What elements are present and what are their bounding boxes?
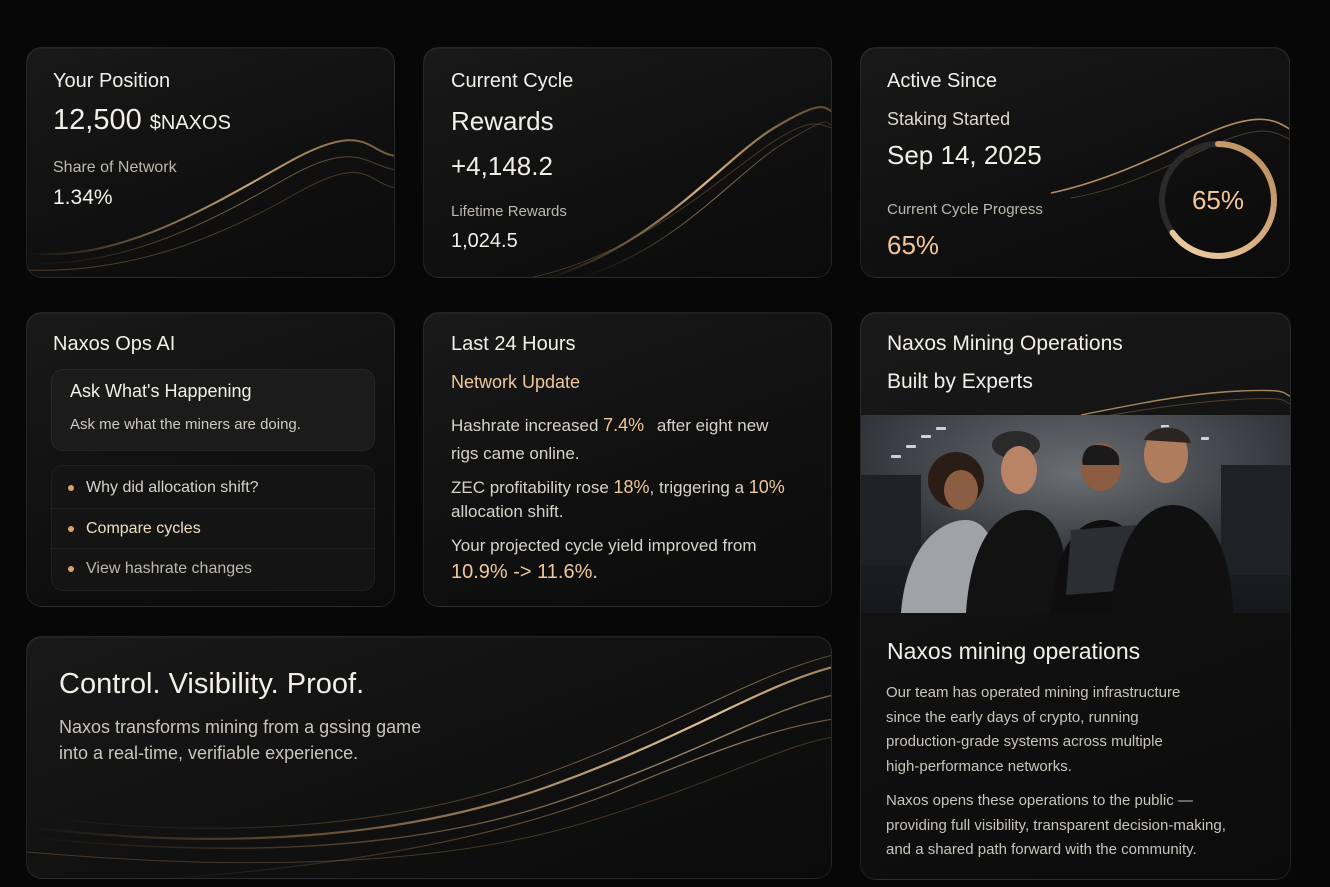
team-photo-illustration bbox=[861, 415, 1290, 613]
update-text: Hashrate increased bbox=[451, 416, 604, 435]
ops-paragraph-1: Our team has operated mining infrastruct… bbox=[886, 681, 1180, 779]
update-zec: ZEC profitability rose 18%, triggering a… bbox=[451, 477, 785, 498]
paragraph-line: high-performance networks. bbox=[886, 757, 1072, 775]
ops-ai-card: Naxos Ops AI Ask What's Happening Ask me… bbox=[26, 312, 395, 607]
bullet-icon bbox=[68, 565, 74, 572]
team-photo bbox=[861, 415, 1290, 613]
paragraph-line: Naxos opens these operations to the publ… bbox=[886, 792, 1193, 809]
suggestion-allocation-shift[interactable]: Why did allocation shift? bbox=[52, 468, 376, 508]
suggestion-hashrate-changes[interactable]: View hashrate changes bbox=[52, 548, 376, 588]
progress-label: Current Cycle Progress bbox=[887, 201, 1043, 218]
update-zec-line2: allocation shift. bbox=[451, 502, 564, 521]
bullet-icon bbox=[68, 485, 74, 491]
ops-title-line2: Built by Experts bbox=[887, 370, 1033, 393]
paragraph-line: and a shared path forward with the commu… bbox=[886, 841, 1197, 858]
progress-ring-label: 65% bbox=[1192, 185, 1244, 215]
progress-value: 65% bbox=[887, 230, 940, 260]
hero-line2: into a real-time, verifiable experience. bbox=[59, 743, 359, 763]
staking-date: Sep 14, 2025 bbox=[887, 140, 1042, 170]
last24-card: Last 24 Hours Network Update Hashrate in… bbox=[423, 312, 832, 607]
update-hashrate-line2: rigs came online. bbox=[451, 444, 580, 463]
share-value: 1.34% bbox=[53, 186, 113, 209]
position-card: Your Position 12,500 $NAXOS Share of Net… bbox=[26, 47, 395, 278]
suggestion-compare-cycles[interactable]: Compare cycles bbox=[52, 508, 376, 548]
network-update-subtitle: Network Update bbox=[451, 372, 581, 392]
position-token: $NAXOS bbox=[149, 112, 231, 134]
update-yield: Your projected cycle yield improved from bbox=[451, 536, 757, 555]
last24-title: Last 24 Hours bbox=[451, 333, 576, 355]
progress-ring: 65% bbox=[1159, 141, 1277, 259]
lifetime-value: 1,024.5 bbox=[451, 230, 518, 252]
position-title: Your Position bbox=[53, 70, 171, 92]
update-highlight: 18% bbox=[613, 477, 650, 497]
suggestion-label: View hashrate changes bbox=[86, 559, 253, 577]
position-amount: 12,500 $NAXOS bbox=[53, 104, 231, 137]
lifetime-label: Lifetime Rewards bbox=[451, 203, 567, 220]
active-title: Active Since bbox=[887, 70, 998, 92]
rewards-label: Rewards bbox=[451, 106, 554, 136]
staking-label: Staking Started bbox=[887, 109, 1011, 129]
ops-title-line1: Naxos Mining Operations bbox=[887, 332, 1123, 355]
active-card: Active Since Staking Started Sep 14, 202… bbox=[860, 47, 1290, 278]
mining-ops-card: Naxos Mining Operations Built by Experts bbox=[860, 312, 1291, 880]
cycle-title: Current Cycle bbox=[451, 70, 574, 92]
update-text: ZEC profitability rose bbox=[451, 478, 614, 497]
update-highlight: 10% bbox=[748, 477, 785, 497]
update-hashrate: Hashrate increased 7.4% after eight new bbox=[451, 415, 768, 436]
share-label: Share of Network bbox=[53, 159, 177, 176]
ask-prompt: Ask me what the miners are doing. bbox=[70, 416, 301, 433]
update-yield-value: 10.9% -> 11.6%. bbox=[451, 561, 598, 583]
ai-title: Naxos Ops AI bbox=[53, 333, 176, 355]
hero-card: Control. Visibility. Proof. Naxos transf… bbox=[26, 636, 832, 879]
hero-title: Control. Visibility. Proof. bbox=[59, 668, 365, 700]
paragraph-line: providing full visibility, transparent d… bbox=[886, 816, 1226, 834]
position-amount-value: 12,500 bbox=[53, 104, 142, 136]
ops-heading: Naxos mining operations bbox=[887, 638, 1141, 664]
cycle-card: Current Cycle Rewards +4,148.2 Lifetime … bbox=[423, 47, 832, 278]
rewards-value: +4,148.2 bbox=[451, 151, 553, 181]
update-highlight: 7.4% bbox=[603, 415, 645, 435]
suggestion-label: Why did allocation shift? bbox=[86, 479, 259, 496]
ask-box[interactable]: Ask What's Happening Ask me what the min… bbox=[51, 369, 375, 451]
gold-wave-decoration bbox=[1080, 389, 1290, 418]
paragraph-line: production-grade systems across multiple bbox=[886, 733, 1163, 750]
update-text: , triggering a bbox=[649, 478, 749, 497]
suggestions-list: Why did allocation shift? Compare cycles… bbox=[51, 465, 376, 591]
suggestion-label: Compare cycles bbox=[86, 519, 201, 537]
ops-paragraph-2: Naxos opens these operations to the publ… bbox=[886, 789, 1226, 863]
paragraph-line: Our team has operated mining infrastruct… bbox=[886, 684, 1181, 701]
update-text: after eight new bbox=[656, 416, 769, 435]
hero-line1: Naxos transforms mining from a gssing ga… bbox=[59, 717, 422, 737]
bullet-icon bbox=[68, 525, 74, 532]
ask-title: Ask What's Happening bbox=[70, 381, 252, 401]
paragraph-line: since the early days of crypto, running bbox=[886, 708, 1139, 726]
